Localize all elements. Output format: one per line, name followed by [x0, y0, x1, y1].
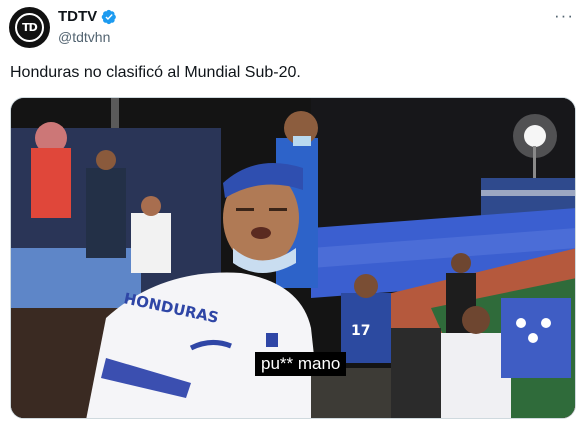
- author-handle[interactable]: @tdtvhn: [58, 29, 110, 45]
- jersey-number: 17: [351, 323, 370, 339]
- verified-badge-icon: [101, 9, 117, 24]
- author-display-name[interactable]: TDTV: [58, 8, 97, 25]
- more-options-icon[interactable]: ···: [554, 6, 574, 26]
- avatar-logo-ring: TD: [15, 13, 44, 42]
- avatar-logo-text: TD: [22, 21, 38, 34]
- video-subtitle: pu** mano: [255, 352, 347, 376]
- author-avatar[interactable]: TD: [9, 7, 50, 48]
- author-name-row: TDTV: [58, 8, 117, 25]
- tweet-media-video[interactable]: HONDURAS 17 pu** mano: [10, 97, 576, 419]
- tweet-text: Honduras no clasificó al Mundial Sub-20.: [10, 64, 301, 81]
